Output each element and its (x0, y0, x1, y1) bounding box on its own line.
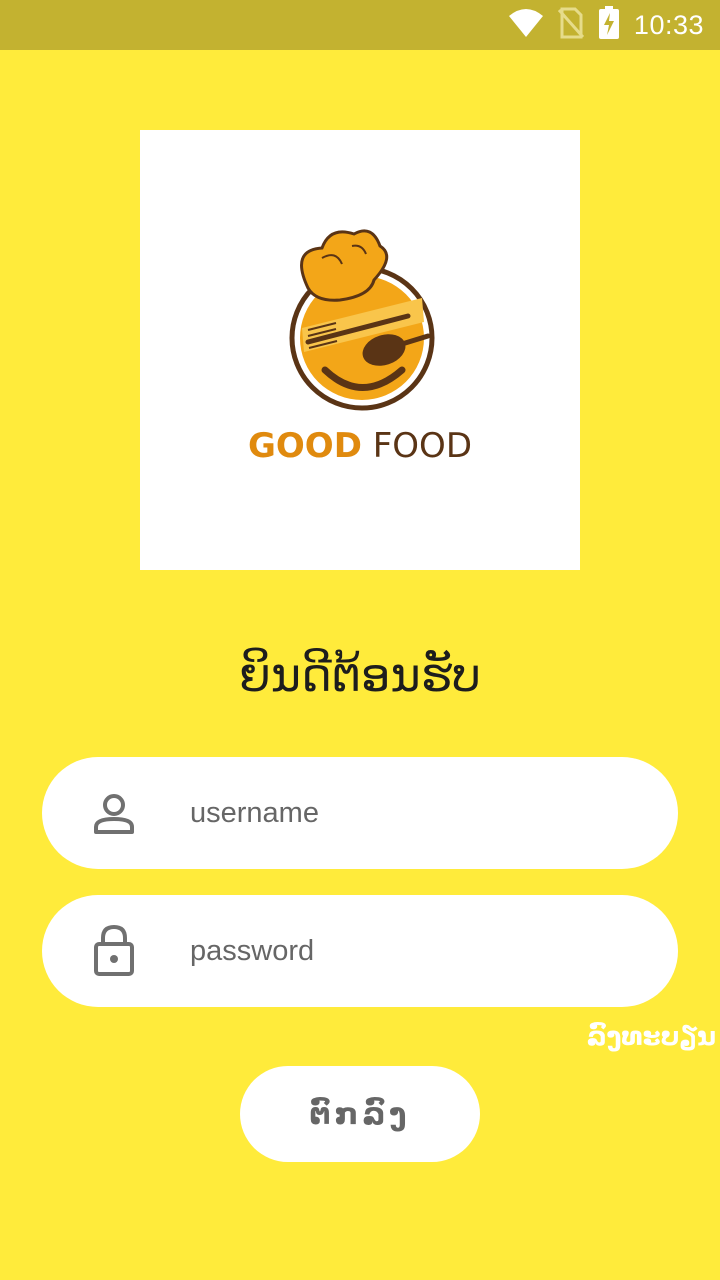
username-input[interactable] (190, 757, 630, 869)
welcome-title: ຍິນດີຕ້ອນຮັບ (239, 648, 481, 702)
no-sim-icon (557, 7, 585, 43)
username-field[interactable] (42, 757, 678, 869)
person-icon (90, 790, 138, 838)
login-button[interactable]: ຕົກລົງ (240, 1066, 480, 1162)
password-input[interactable] (190, 895, 630, 1007)
wifi-icon (508, 8, 544, 42)
chef-logo-icon (289, 229, 435, 411)
battery-charging-icon (598, 6, 620, 44)
logo-card: GOOD FOOD (140, 130, 580, 570)
password-field[interactable] (42, 895, 678, 1007)
logo-text-good: GOOD (247, 426, 362, 466)
status-icons: 10:33 (508, 0, 704, 50)
lock-icon (90, 924, 138, 976)
status-time: 10:33 (633, 9, 704, 40)
status-bar: 10:33 (0, 0, 720, 50)
logo-wordmark: GOOD FOOD (140, 426, 580, 466)
logo-text-food: FOOD (372, 426, 472, 466)
register-link[interactable]: ລົງທະບຽນ (587, 1022, 716, 1052)
